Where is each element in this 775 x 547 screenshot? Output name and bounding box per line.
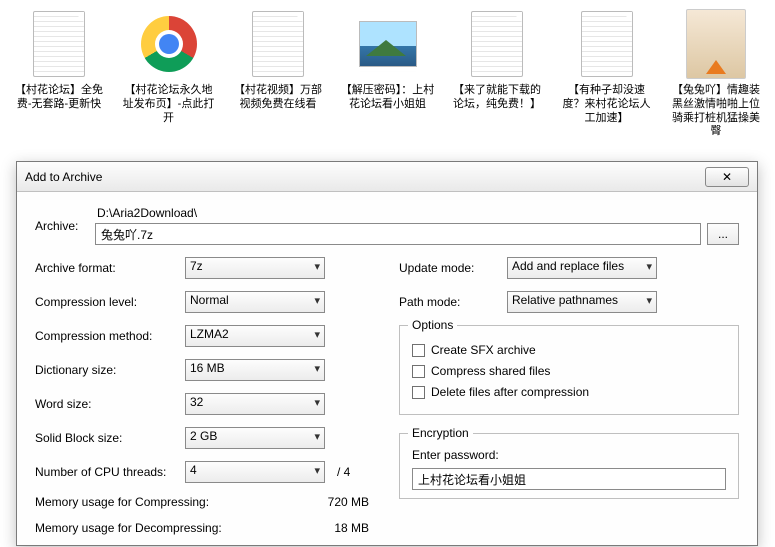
file-3[interactable]: 【村花视频】万部视频免费在线看 xyxy=(231,8,325,139)
text-file-icon xyxy=(576,8,638,80)
dialog-title: Add to Archive xyxy=(25,170,705,184)
options-group: Options Create SFX archive Compress shar… xyxy=(399,325,739,415)
delete-checkbox[interactable]: Delete files after compression xyxy=(412,385,726,399)
checkbox-icon xyxy=(412,344,425,357)
image-icon xyxy=(357,8,419,80)
file-1[interactable]: 【村花论坛】全免费-无套路-更新快 xyxy=(12,8,106,139)
close-button[interactable]: ✕ xyxy=(705,167,749,187)
sfx-label: Create SFX archive xyxy=(431,343,536,357)
add-to-archive-dialog: Add to Archive ✕ Archive: D:\Aria2Downlo… xyxy=(16,161,758,546)
file-2[interactable]: 【村花论坛永久地址发布页】-点此打开 xyxy=(122,8,216,139)
pathmode-combo[interactable]: Relative pathnames xyxy=(507,291,657,313)
desktop-icon-label: 【兔兔吖】情趣装黑丝激情啪啪上位骑乘打桩机猛操美臀 xyxy=(669,84,763,139)
encryption-title: Encryption xyxy=(408,426,473,440)
file-5[interactable]: 【来了就能下载的论坛，纯免费！】 xyxy=(450,8,544,139)
close-icon: ✕ xyxy=(722,170,732,184)
desktop-icon-label: 【村花论坛】全免费-无套路-更新快 xyxy=(12,84,106,112)
update-combo[interactable]: Add and replace files xyxy=(507,257,657,279)
desktop-icon-label: 【村花论坛永久地址发布页】-点此打开 xyxy=(122,84,216,125)
desktop-icon-label: 【解压密码】：上村花论坛看小姐姐 xyxy=(341,84,435,112)
level-label: Compression level: xyxy=(35,295,185,309)
dict-label: Dictionary size: xyxy=(35,363,185,377)
text-file-icon xyxy=(28,8,90,80)
dialog-body: Archive: D:\Aria2Download\ ... Archive f… xyxy=(17,192,757,545)
desktop-icon-label: 【来了就能下载的论坛，纯免费！】 xyxy=(450,84,544,112)
dict-combo[interactable]: 16 MB xyxy=(185,359,325,381)
word-label: Word size: xyxy=(35,397,185,411)
file-6[interactable]: 【有种子却没速度？来村花论坛人工加速】 xyxy=(560,8,654,139)
threads-combo[interactable]: 4 xyxy=(185,461,325,483)
checkbox-icon xyxy=(412,365,425,378)
chrome-icon xyxy=(138,8,200,80)
left-column: Archive format: 7z Compression level: No… xyxy=(35,257,375,535)
threads-max: / 4 xyxy=(337,465,350,479)
browse-button[interactable]: ... xyxy=(707,223,739,245)
method-combo[interactable]: LZMA2 xyxy=(185,325,325,347)
update-label: Update mode: xyxy=(399,261,507,275)
desktop-icon-label: 【村花视频】万部视频免费在线看 xyxy=(231,84,325,112)
format-label: Archive format: xyxy=(35,261,185,275)
archive-name-input[interactable] xyxy=(95,223,701,245)
titlebar: Add to Archive ✕ xyxy=(17,162,757,192)
ellipsis-icon: ... xyxy=(718,227,728,241)
right-column: Update mode: Add and replace files Path … xyxy=(399,257,739,535)
options-title: Options xyxy=(408,318,457,332)
block-combo[interactable]: 2 GB xyxy=(185,427,325,449)
shared-label: Compress shared files xyxy=(431,364,550,378)
level-combo[interactable]: Normal xyxy=(185,291,325,313)
desktop-icons: 【村花论坛】全免费-无套路-更新快【村花论坛永久地址发布页】-点此打开【村花视频… xyxy=(0,0,775,139)
archive-path: D:\Aria2Download\ xyxy=(95,206,739,220)
mem-decompress-value: 18 MB xyxy=(334,521,375,535)
sfx-checkbox[interactable]: Create SFX archive xyxy=(412,343,726,357)
file-4[interactable]: 【解压密码】：上村花论坛看小姐姐 xyxy=(341,8,435,139)
word-combo[interactable]: 32 xyxy=(185,393,325,415)
delete-label: Delete files after compression xyxy=(431,385,589,399)
desktop-icon-label: 【有种子却没速度？来村花论坛人工加速】 xyxy=(560,84,654,125)
format-combo[interactable]: 7z xyxy=(185,257,325,279)
shared-checkbox[interactable]: Compress shared files xyxy=(412,364,726,378)
archive-label: Archive: xyxy=(35,219,95,233)
encryption-group: Encryption Enter password: xyxy=(399,433,739,499)
mem-compress-label: Memory usage for Compressing: xyxy=(35,495,328,509)
mem-compress-value: 720 MB xyxy=(328,495,375,509)
video-icon xyxy=(685,8,747,80)
threads-label: Number of CPU threads: xyxy=(35,465,185,479)
password-input[interactable] xyxy=(412,468,726,490)
text-file-icon xyxy=(466,8,528,80)
text-file-icon xyxy=(247,8,309,80)
file-7[interactable]: 【兔兔吖】情趣装黑丝激情啪啪上位骑乘打桩机猛操美臀 xyxy=(669,8,763,139)
block-label: Solid Block size: xyxy=(35,431,185,445)
mem-decompress-label: Memory usage for Decompressing: xyxy=(35,521,334,535)
pathmode-label: Path mode: xyxy=(399,295,507,309)
checkbox-icon xyxy=(412,386,425,399)
method-label: Compression method: xyxy=(35,329,185,343)
password-label: Enter password: xyxy=(412,448,726,462)
